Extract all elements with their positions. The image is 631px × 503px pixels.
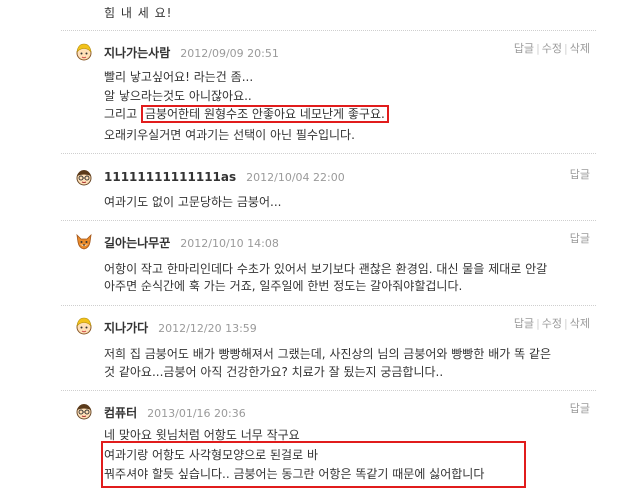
delete-button[interactable]: 삭제 xyxy=(570,42,590,55)
comment-text-line: 것 같아요...금붕어 아직 건강한가요? 치료가 잘 됬는지 궁금합니다.. xyxy=(104,365,444,379)
comment-text-line: 저희 집 금붕어도 배가 빵빵해져서 그랬는데, 사진상의 님의 금붕어와 빵빵… xyxy=(104,347,552,361)
comment-divider xyxy=(61,305,596,306)
comment-divider xyxy=(61,390,596,391)
previous-comment-text: 힘 내 세 요! xyxy=(104,6,173,20)
comment-text-line: 어항이 작고 한마리인데다 수초가 있어서 보기보다 괜찮은 환경임. 대신 물… xyxy=(104,262,548,276)
comment-text-line: 여과기도 없이 고문당하는 금붕어... xyxy=(104,195,282,209)
reply-button[interactable]: 답글 xyxy=(570,168,590,181)
edit-button[interactable]: 수정 xyxy=(542,317,562,330)
comment-text-line: 아주면 순식간에 훅 가는 거죠, 일주일에 한번 정도는 갈아줘야할겁니다. xyxy=(104,279,463,293)
delete-button[interactable]: 삭제 xyxy=(570,317,590,330)
avatar-fox-icon xyxy=(74,231,94,251)
reply-button[interactable]: 답글 xyxy=(570,402,590,415)
comment-divider xyxy=(61,220,596,221)
comment-actions: 답글 | 수정 | 삭제 xyxy=(513,42,590,55)
avatar-blonde-icon xyxy=(74,42,94,62)
comment-actions: 답글 xyxy=(570,166,590,182)
comment-date: 2013/01/16 20:36 xyxy=(147,407,246,420)
comment-actions: 답글 xyxy=(570,230,590,246)
comment-list: 힘 내 세 요! 지나가는사람 2012/09/09 20:51 답글 | 수정 | 삭제… xyxy=(61,0,596,503)
avatar-blonde-icon xyxy=(74,316,94,336)
comment-date: 2012/10/04 22:00 xyxy=(246,171,345,184)
comment-divider xyxy=(61,153,596,154)
comment-date: 2012/12/20 13:59 xyxy=(158,322,257,335)
comment-author: 길아는나무꾼 2012/10/10 14:08 xyxy=(104,236,279,250)
comment-text-line: 알 낳으라는것도 아니잖아요.. xyxy=(104,89,252,103)
edit-button[interactable]: 수정 xyxy=(542,42,562,55)
highlight-annotation-box xyxy=(101,441,526,488)
reply-button[interactable]: 답글 xyxy=(514,42,534,55)
comment-actions: 답글 xyxy=(570,400,590,416)
comment-text-line: 빨리 낳고싶어요! 라는건 좀... xyxy=(104,70,254,84)
comment-date: 2012/10/10 14:08 xyxy=(180,237,279,250)
comment-author: 컴퓨터 2013/01/16 20:36 xyxy=(104,406,246,420)
comment-author: 지나가다 2012/12/20 13:59 xyxy=(104,321,257,335)
comment-author: 지나가는사람 2012/09/09 20:51 xyxy=(104,46,279,60)
reply-button[interactable]: 답글 xyxy=(570,232,590,245)
reply-button[interactable]: 답글 xyxy=(514,317,534,330)
avatar-glasses-icon xyxy=(74,401,94,421)
comment-text-line: 그리고 금붕어한테 원형수조 안좋아요 네모난게 좋구요. xyxy=(104,105,389,123)
comment-text-line: 오래키우실거면 여과기는 선택이 아닌 필수입니다. xyxy=(104,128,355,142)
comment-date: 2012/09/09 20:51 xyxy=(180,47,279,60)
comment-actions: 답글 | 수정 | 삭제 xyxy=(513,317,590,330)
avatar-glasses-icon xyxy=(74,167,94,187)
highlight-annotation: 금붕어한테 원형수조 안좋아요 네모난게 좋구요. xyxy=(140,105,389,123)
comment-author: 11111111111111as 2012/10/04 22:00 xyxy=(104,170,345,184)
comment-divider xyxy=(61,30,596,31)
